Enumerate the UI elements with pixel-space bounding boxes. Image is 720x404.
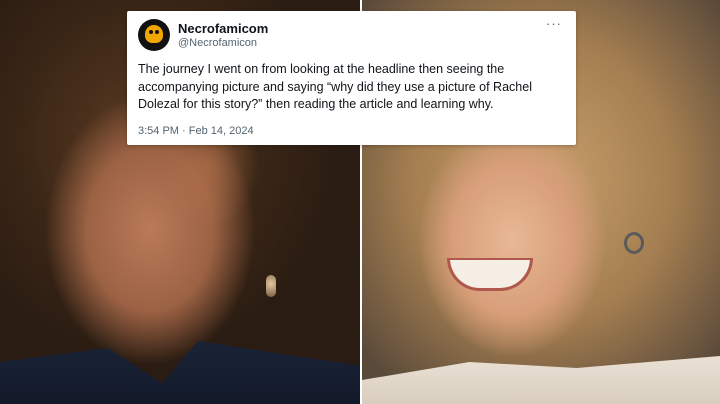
shirt: [0, 341, 360, 404]
tweet-text: The journey I went on from looking at th…: [138, 62, 532, 111]
earring: [624, 232, 644, 254]
more-options-icon[interactable]: ···: [546, 16, 562, 31]
avatar-glyph: [145, 25, 163, 43]
tweet-card: Necrofamicom @Necrofamicon ··· The journ…: [127, 11, 576, 145]
avatar-eye: [149, 30, 153, 34]
earring: [266, 275, 276, 297]
author-handle[interactable]: @Necrofamicon: [178, 37, 257, 49]
sweater: [362, 356, 720, 404]
avatar-eye: [155, 30, 159, 34]
tweet-timestamp[interactable]: 3:54 PM · Feb 14, 2024: [138, 125, 254, 137]
author-name[interactable]: Necrofamicom: [178, 21, 268, 36]
avatar-icon[interactable]: [138, 19, 170, 51]
smile: [447, 258, 533, 291]
